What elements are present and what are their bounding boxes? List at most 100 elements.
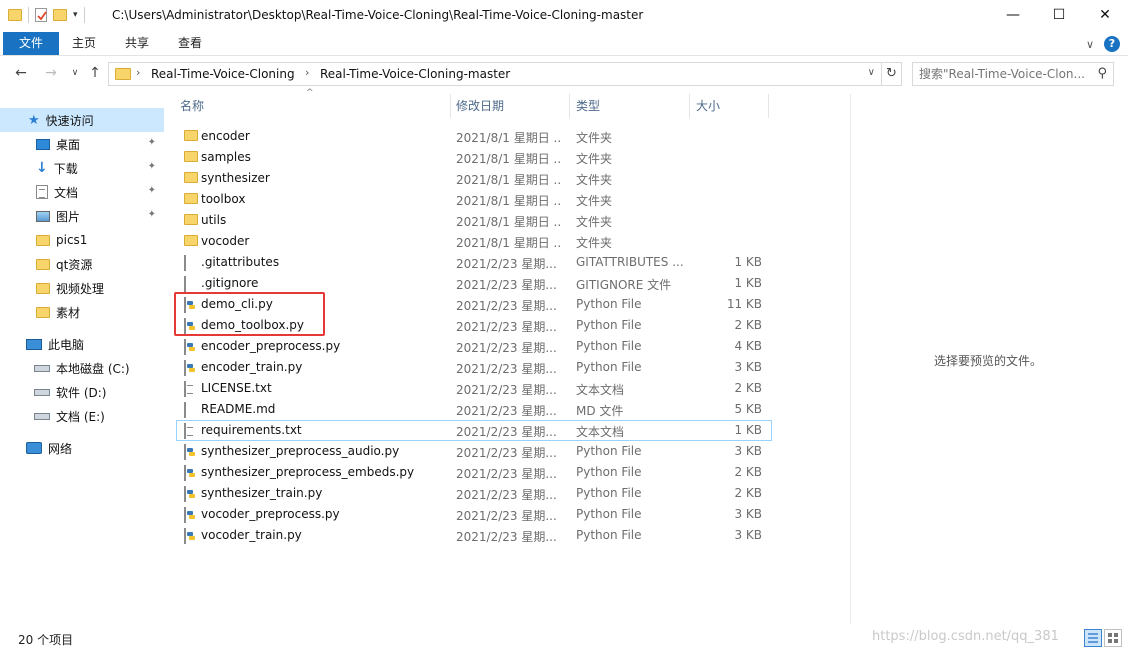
file-icon xyxy=(184,402,186,418)
sidebar-item-quick-access[interactable]: ★ 快速访问 xyxy=(0,108,164,132)
file-row[interactable]: .gitignore 2021/2/23 星期... GITIGNORE 文件 … xyxy=(176,273,772,294)
pin-icon[interactable]: ✦ xyxy=(148,137,156,148)
pin-icon[interactable]: ✦ xyxy=(148,185,156,196)
sidebar-item-documents[interactable]: 文档 ✦ xyxy=(0,180,164,204)
breadcrumb-item[interactable]: Real-Time-Voice-Cloning-master xyxy=(320,67,510,81)
file-row[interactable]: vocoder_train.py 2021/2/23 星期... Python … xyxy=(176,525,772,546)
properties-icon[interactable] xyxy=(35,8,47,22)
file-date: 2021/2/23 星期... xyxy=(456,425,557,439)
watermark-text: https://blog.csdn.net/qq_381 xyxy=(872,629,1059,644)
tab-home[interactable]: 主页 xyxy=(62,32,106,55)
file-date: 2021/2/23 星期... xyxy=(456,299,557,313)
drive-icon xyxy=(34,388,50,396)
file-type: 文件夹 xyxy=(576,131,613,145)
new-folder-icon[interactable] xyxy=(53,9,67,21)
maximize-button[interactable]: ☐ xyxy=(1036,0,1082,30)
column-header-type[interactable]: 类型 xyxy=(576,94,688,118)
file-row[interactable]: toolbox 2021/8/1 星期日 ... 文件夹 xyxy=(176,189,772,210)
sidebar-item-desktop[interactable]: 桌面 ✦ xyxy=(0,132,164,156)
address-bar[interactable]: › Real-Time-Voice-Cloning › Real-Time-Vo… xyxy=(108,62,882,86)
sidebar-item-pictures[interactable]: 图片 ✦ xyxy=(0,204,164,228)
column-divider[interactable] xyxy=(450,94,451,118)
file-name: utils xyxy=(201,213,227,227)
breadcrumb-separator[interactable]: › xyxy=(305,66,309,79)
file-row[interactable]: README.md 2021/2/23 星期... MD 文件 5 KB xyxy=(176,399,772,420)
large-icons-view-icon[interactable] xyxy=(1104,629,1122,647)
sidebar-scrollbar[interactable] xyxy=(160,96,166,626)
search-box[interactable]: ⚲ xyxy=(912,62,1114,86)
details-view-icon[interactable] xyxy=(1084,629,1102,647)
file-row[interactable]: demo_toolbox.py 2021/2/23 星期... Python F… xyxy=(176,315,772,336)
python-file-icon xyxy=(184,360,186,376)
file-row[interactable]: LICENSE.txt 2021/2/23 星期... 文本文档 2 KB xyxy=(176,378,772,399)
back-button[interactable]: ← xyxy=(12,65,30,81)
close-button[interactable]: ✕ xyxy=(1082,0,1128,30)
file-name: .gitattributes xyxy=(201,255,280,269)
column-divider[interactable] xyxy=(569,94,570,118)
file-name: synthesizer_train.py xyxy=(201,486,323,500)
refresh-button[interactable]: ↻ xyxy=(882,62,902,86)
address-dropdown-icon[interactable]: ∨ xyxy=(868,67,875,78)
pin-icon[interactable]: ✦ xyxy=(148,209,156,220)
tab-share[interactable]: 共享 xyxy=(115,32,159,55)
file-row[interactable]: encoder 2021/8/1 星期日 ... 文件夹 xyxy=(176,126,772,147)
search-icon[interactable]: ⚲ xyxy=(1097,66,1107,81)
file-type: Python File xyxy=(576,444,642,458)
file-size: 2 KB xyxy=(734,381,762,395)
column-divider[interactable] xyxy=(768,94,769,118)
recent-locations-button[interactable]: ∨ xyxy=(66,68,84,78)
expand-ribbon-icon[interactable]: ∨ xyxy=(1086,38,1094,51)
file-size: 3 KB xyxy=(734,507,762,521)
search-input[interactable] xyxy=(919,66,1089,82)
file-row[interactable]: synthesizer_preprocess_embeds.py 2021/2/… xyxy=(176,462,772,483)
sidebar-item-label: 素材 xyxy=(56,305,81,320)
file-row[interactable]: encoder_train.py 2021/2/23 星期... Python … xyxy=(176,357,772,378)
file-row[interactable]: synthesizer_preprocess_audio.py 2021/2/2… xyxy=(176,441,772,462)
up-button[interactable]: ↑ xyxy=(86,65,104,81)
sidebar-item-drive-d[interactable]: 软件 (D:) xyxy=(0,380,164,404)
file-row[interactable]: encoder_preprocess.py 2021/2/23 星期... Py… xyxy=(176,336,772,357)
file-name: encoder xyxy=(201,129,250,143)
file-row[interactable]: vocoder 2021/8/1 星期日 ... 文件夹 xyxy=(176,231,772,252)
sidebar-item-this-pc[interactable]: 此电脑 xyxy=(0,332,164,356)
breadcrumb-separator[interactable]: › xyxy=(136,66,140,79)
file-date: 2021/8/1 星期日 ... xyxy=(456,215,560,229)
tab-view[interactable]: 查看 xyxy=(168,32,212,55)
sidebar-item-qt-resources[interactable]: qt资源 xyxy=(0,252,164,276)
file-row[interactable]: requirements.txt 2021/2/23 星期... 文本文档 1 … xyxy=(176,420,772,441)
text-file-icon xyxy=(184,423,186,439)
column-divider[interactable] xyxy=(689,94,690,118)
file-row[interactable]: synthesizer_train.py 2021/2/23 星期... Pyt… xyxy=(176,483,772,504)
item-count: 20 个项目 xyxy=(18,633,74,647)
help-icon[interactable]: ? xyxy=(1104,36,1120,52)
sidebar-item-label: 文档 (E:) xyxy=(56,409,105,424)
toolbar-divider xyxy=(83,7,85,23)
file-row[interactable]: synthesizer 2021/8/1 星期日 ... 文件夹 xyxy=(176,168,772,189)
column-header-date[interactable]: 修改日期 xyxy=(456,94,568,118)
sidebar-item-pics1[interactable]: pics1 xyxy=(0,228,164,252)
file-row[interactable]: .gitattributes 2021/2/23 星期... GITATTRIB… xyxy=(176,252,772,273)
sidebar-item-drive-c[interactable]: 本地磁盘 (C:) xyxy=(0,356,164,380)
forward-button[interactable]: → xyxy=(42,65,60,81)
breadcrumb-item[interactable]: Real-Time-Voice-Cloning xyxy=(151,67,295,81)
folder-icon xyxy=(36,234,50,246)
file-date: 2021/2/23 星期... xyxy=(456,530,557,544)
customize-toolbar-icon[interactable]: ▾ xyxy=(73,10,78,20)
column-header-size[interactable]: 大小 xyxy=(696,94,768,118)
file-row[interactable]: vocoder_preprocess.py 2021/2/23 星期... Py… xyxy=(176,504,772,525)
sidebar-item-assets[interactable]: 素材 xyxy=(0,300,164,324)
tab-file[interactable]: 文件 xyxy=(3,32,59,55)
sidebar-item-video-processing[interactable]: 视频处理 xyxy=(0,276,164,300)
minimize-button[interactable]: — xyxy=(990,0,1036,30)
sidebar-item-label: 视频处理 xyxy=(56,281,105,296)
file-row[interactable]: demo_cli.py 2021/2/23 星期... Python File … xyxy=(176,294,772,315)
pin-icon[interactable]: ✦ xyxy=(148,161,156,172)
file-row[interactable]: utils 2021/8/1 星期日 ... 文件夹 xyxy=(176,210,772,231)
star-icon: ★ xyxy=(28,112,40,128)
preview-pane-divider[interactable] xyxy=(850,94,851,624)
column-header-name[interactable]: 名称 xyxy=(180,94,450,118)
sidebar-item-drive-e[interactable]: 文档 (E:) xyxy=(0,404,164,428)
file-row[interactable]: samples 2021/8/1 星期日 ... 文件夹 xyxy=(176,147,772,168)
sidebar-item-network[interactable]: 网络 xyxy=(0,436,164,460)
sidebar-item-downloads[interactable]: ↓ 下载 ✦ xyxy=(0,156,164,180)
